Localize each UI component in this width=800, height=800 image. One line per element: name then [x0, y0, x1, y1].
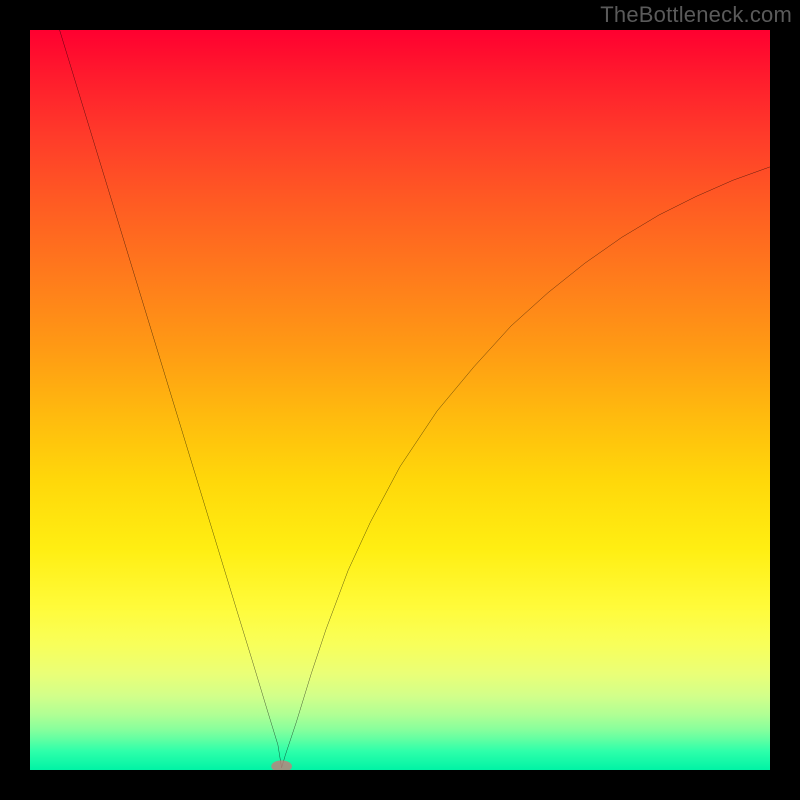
- watermark-text: TheBottleneck.com: [600, 2, 792, 28]
- curve-path: [60, 30, 770, 768]
- chart-svg: [30, 30, 770, 770]
- chart-frame: TheBottleneck.com: [0, 0, 800, 800]
- min-marker: [271, 760, 292, 770]
- plot-area: [30, 30, 770, 770]
